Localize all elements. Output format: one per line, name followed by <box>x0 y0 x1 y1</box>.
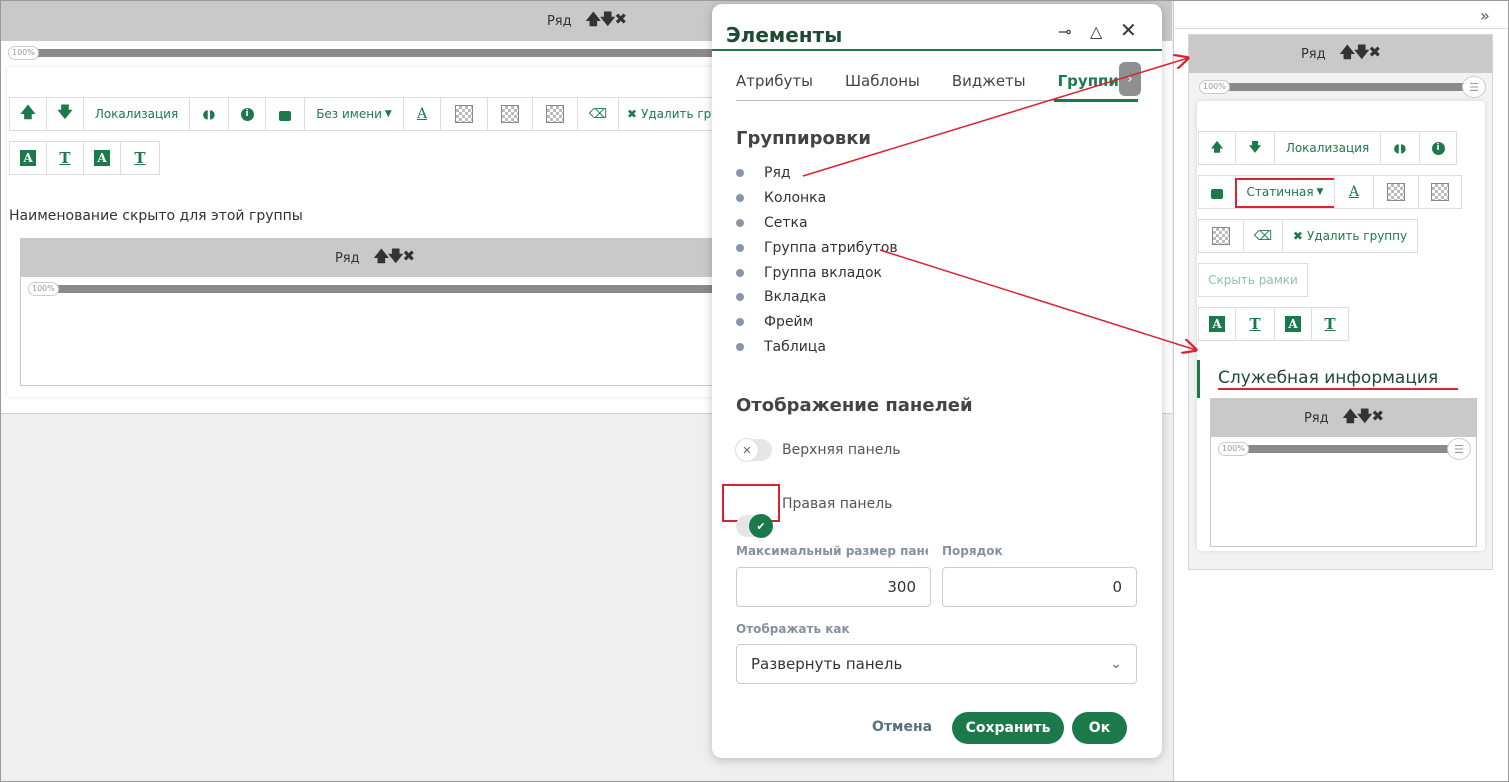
annotation-arrow-row <box>802 58 1188 177</box>
annotation-arrow-attribute-group <box>879 249 1196 350</box>
annotation-arrows <box>802 0 1509 782</box>
